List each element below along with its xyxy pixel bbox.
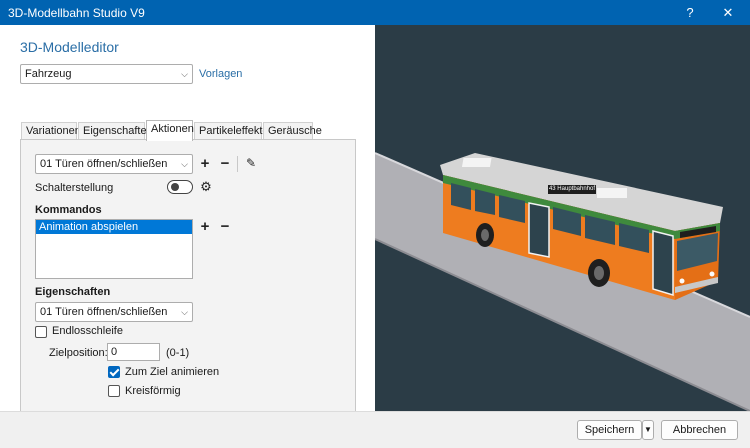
bus-door [652,230,674,297]
side-destination-sign: 43 Hauptbahnhof [548,185,596,194]
save-dropdown-button[interactable]: ▼ [642,420,654,440]
commands-heading: Kommandos [35,204,102,216]
window-title: 3D-Modellbahn Studio V9 [8,6,145,20]
close-button[interactable]: ✕ [710,0,746,25]
tab-geraeusche[interactable]: Geräusche [263,122,322,140]
toolbar-separator [237,156,238,172]
remove-action-button[interactable]: − [216,155,234,173]
chevron-down-icon: ▼ [644,425,652,434]
help-button[interactable]: ? [672,0,708,25]
bus-scene [375,152,750,411]
bus-door [528,202,550,258]
type-select[interactable]: Fahrzeug ⌵ [20,64,193,84]
tab-eigenschaften[interactable]: Eigenschaften [78,122,153,140]
actions-panel: 01 Türen öffnen/schließen ⌵ + − ✎ Schalt… [20,139,356,421]
switch-toggle[interactable] [167,180,193,194]
gear-icon: ⚙ [200,179,212,194]
action-select-value: 01 Türen öffnen/schließen [40,158,168,170]
roof-hatch [461,158,492,167]
save-button[interactable]: Speichern [577,420,642,440]
target-label: Zielposition: [49,347,108,359]
3d-viewport[interactable]: 43 Hauptbahnhof [375,25,750,411]
tab-variationen[interactable]: Variationen [21,122,81,140]
add-command-button[interactable]: + [196,218,214,236]
chevron-down-icon: ⌵ [181,307,188,317]
loop-checkbox[interactable] [35,326,47,338]
chevron-down-icon: ⌵ [181,69,188,79]
switch-settings-button[interactable]: ⚙ [197,178,215,196]
circular-label: Kreisförmig [125,385,181,397]
edit-action-button[interactable]: ✎ [242,155,260,173]
title-bar: 3D-Modellbahn Studio V9 ? ✕ [0,0,750,25]
pencil-icon: ✎ [245,156,257,170]
property-select[interactable]: 01 Türen öffnen/schließen ⌵ [35,302,193,322]
target-input[interactable]: 0 [107,343,160,361]
headlight [709,271,715,277]
templates-link[interactable]: Vorlagen [199,68,242,80]
property-select-value: 01 Türen öffnen/schließen [40,306,168,318]
wheel-hub [594,266,604,280]
page-title: 3D-Modelleditor [20,39,119,55]
animate-checkbox[interactable] [108,366,120,378]
animate-label: Zum Ziel animieren [125,366,220,378]
target-range-hint: (0-1) [166,347,190,359]
roof-hatch [597,188,627,198]
list-item[interactable]: Animation abspielen [36,220,192,234]
commands-list[interactable]: Animation abspielen [35,219,193,279]
dialog-footer: Speichern ▼ Abbrechen [0,411,750,448]
switch-label: Schalterstellung [35,182,114,194]
add-action-button[interactable]: + [196,155,214,173]
circular-checkbox[interactable] [108,385,120,397]
wheel-hub [481,229,489,241]
toggle-knob [171,183,179,191]
headlight [679,278,685,284]
action-select[interactable]: 01 Türen öffnen/schließen ⌵ [35,154,193,174]
editor-pane: 3D-Modelleditor Fahrzeug ⌵ Vorlagen Vari… [0,25,375,421]
type-select-value: Fahrzeug [25,68,72,80]
cancel-button[interactable]: Abbrechen [661,420,738,440]
properties-heading: Eigenschaften [35,286,111,298]
chevron-down-icon: ⌵ [181,159,188,169]
remove-command-button[interactable]: − [216,218,234,236]
loop-label: Endlosschleife [52,325,123,337]
tab-partikeleffekte[interactable]: Partikeleffekte [194,122,269,140]
tab-aktionen[interactable]: Aktionen [146,120,194,141]
